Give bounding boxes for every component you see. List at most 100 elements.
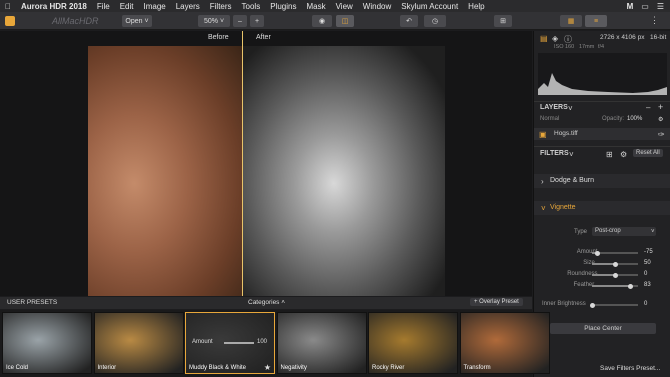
chevron-down-icon[interactable]: ˅ [568,104,573,113]
vignette-type-row: Type Post-crop ˅ [534,227,670,239]
menu-list-icon[interactable]: ☰ [657,2,664,11]
menu-image[interactable]: Image [139,2,171,11]
star-icon[interactable]: ★ [264,363,271,372]
layer-name: Hogs.tiff [554,130,578,137]
crop-button[interactable]: ⊞ [494,15,512,27]
compare-split-handle[interactable] [242,31,243,296]
remove-layer-icon[interactable]: – [646,103,650,112]
presets-toggle-button[interactable]: ▦ [560,15,582,27]
save-filters-preset-button[interactable]: Save Filters Preset... [600,365,660,372]
dodge-burn-title: Dodge & Burn [550,177,594,184]
zoom-in-button[interactable]: + [250,15,264,27]
dodge-burn-section[interactable]: › Dodge & Burn [534,174,670,188]
menu-plugins[interactable]: Plugins [265,2,301,11]
preset-tile[interactable]: Negativity [276,312,367,374]
histogram-icon[interactable]: ▤ [540,34,548,43]
layer-row[interactable]: ▣ Hogs.tiff ✑ [534,128,670,140]
layers-title[interactable]: LAYERS [540,104,568,111]
reset-all-button[interactable]: Reset All [633,149,663,157]
more-icon[interactable]: ⋮ [650,15,659,26]
opacity-label: Opacity: [602,116,625,122]
layers-stack-icon[interactable]: ◈ [552,34,558,43]
overlay-preset-button[interactable]: + Overlay Preset [470,298,523,306]
histogram [538,53,667,95]
menu-layers[interactable]: Layers [171,2,205,11]
param-value[interactable]: -75 [644,249,653,255]
exif-focal: 17mm [579,44,595,50]
open-button[interactable]: Open ˅ [122,15,152,27]
place-center-button[interactable]: Place Center [550,323,656,334]
blend-mode-select[interactable]: Normal [540,116,559,122]
menu-file[interactable]: File [92,2,115,11]
add-layer-icon[interactable]: + [658,102,663,112]
menu-mask[interactable]: Mask [301,2,330,11]
preset-label: Rocky River [372,365,405,371]
param-value[interactable]: 0 [644,271,647,277]
crop-icon: ⊞ [500,18,506,25]
param-slider[interactable] [592,272,638,278]
compare-split-button[interactable]: ◫ [336,15,354,27]
param-slider[interactable] [589,302,638,308]
menu-filters[interactable]: Filters [205,2,237,11]
param-value[interactable]: 0 [644,301,647,307]
menu-skylum-account[interactable]: Skylum Account [396,2,463,11]
before-image[interactable] [88,46,242,296]
preset-amount-value[interactable]: 100 [257,339,267,345]
airplay-icon[interactable]: ▭ [641,2,649,11]
param-slider[interactable] [592,283,638,289]
menu-help[interactable]: Help [463,2,489,11]
preset-label: Transform [463,365,491,371]
vignette-section[interactable]: ˅ Vignette [534,201,670,215]
zoom-out-button[interactable]: – [233,15,247,27]
preset-tile[interactable]: Rocky River [368,312,458,374]
menu-edit[interactable]: Edit [115,2,139,11]
preset-amount-slider[interactable] [224,342,254,344]
slider-knob[interactable] [612,261,618,267]
menu-view[interactable]: View [331,2,358,11]
minus-icon: – [238,17,242,25]
categories-label: Categories [248,299,280,306]
preset-tile[interactable]: Transform [459,312,550,374]
status-m-icon[interactable]: M [627,2,634,11]
presets-header: USER PRESETS Categories ˄ + Overlay Pres… [0,297,532,309]
opacity-value[interactable]: 100% [627,116,642,122]
slider-knob[interactable] [595,250,601,256]
slider-fill [592,263,615,265]
preview-eye-button[interactable]: ◉ [312,15,332,27]
slider-knob[interactable] [612,272,618,278]
brush-icon[interactable]: ✑ [658,130,665,139]
menu-app-name[interactable]: Aurora HDR 2018 [16,2,92,11]
zoom-select[interactable]: 50% ˅ [198,15,230,27]
param-slider[interactable] [592,250,638,256]
layer-thumbnail-icon: ▣ [539,130,547,139]
after-image[interactable] [243,46,445,296]
chevron-down-icon[interactable]: ˅ [569,150,574,159]
param-value[interactable]: 50 [644,260,651,266]
adjustments-toggle-button[interactable]: ≡ [585,15,607,27]
zoom-value: 50% [203,17,218,25]
filters-title[interactable]: FILTERS [540,150,569,157]
categories-dropdown[interactable]: Categories ˄ [248,299,285,306]
preset-tile[interactable]: Interior [93,312,184,374]
history-button[interactable]: ◷ [424,15,446,27]
menu-window[interactable]: Window [358,2,396,11]
filter-settings-icon[interactable]: ⚙ [620,150,627,159]
exif-aperture: f/4 [598,44,605,50]
param-slider[interactable] [592,261,638,267]
user-presets-title[interactable]: USER PRESETS [7,299,57,306]
slider-knob[interactable] [627,283,633,289]
preset-label: Ice Cold [6,365,29,371]
slider-knob[interactable] [589,302,595,308]
mask-icon[interactable]: ⊞ [606,150,613,159]
open-label: Open [125,17,143,25]
type-select[interactable]: Post-crop [592,227,656,236]
undo-button[interactable]: ↶ [400,15,418,27]
preset-tile[interactable]: Muddy Black & White Amount 100 ★ [185,312,275,374]
param-value[interactable]: 83 [644,282,651,288]
menu-tools[interactable]: Tools [237,2,266,11]
preset-tile[interactable]: Ice Cold [2,312,92,374]
gear-icon[interactable]: ⚙ [658,116,663,123]
chevron-down-icon: ˅ [144,17,149,25]
apple-icon[interactable]:  [0,2,16,11]
param-row: Feather 83 [534,282,670,292]
